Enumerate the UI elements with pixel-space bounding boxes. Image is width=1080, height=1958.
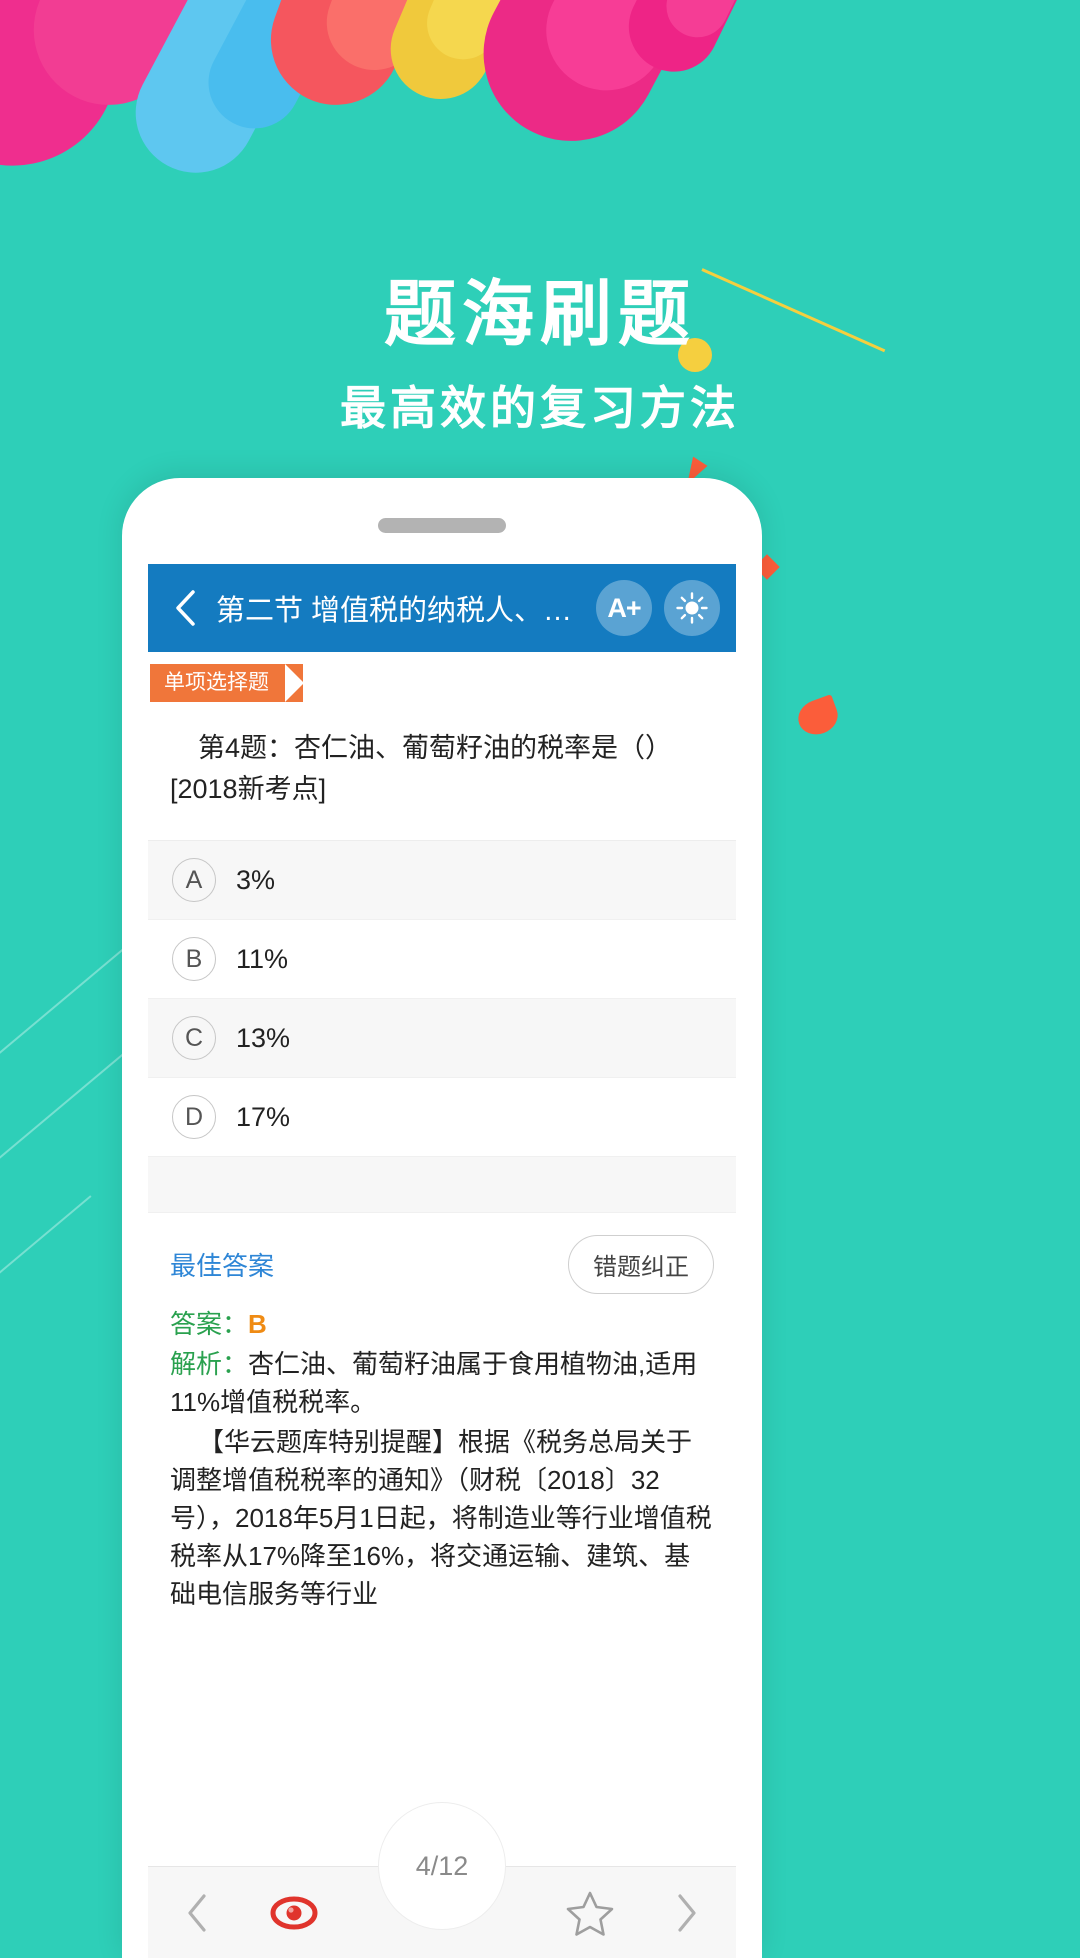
option-row-b[interactable]: B 11%: [148, 920, 736, 1000]
phone-speaker: [378, 518, 506, 533]
phone-mockup: 第二节 增值税的纳税人、… A+ 单项选择题 第4题：杏仁油、葡萄籽油的税率是（…: [122, 478, 762, 1958]
promo-headline: 题海刷题: [383, 272, 696, 356]
brightness-icon[interactable]: [664, 580, 720, 636]
option-letter: B: [172, 937, 216, 982]
promo-text-block: 题海刷题 最高效的复习方法: [0, 272, 1080, 438]
font-size-button[interactable]: A+: [596, 580, 652, 636]
option-letter: A: [172, 858, 216, 903]
analysis-text: 杏仁油、葡萄籽油属于食用植物油,适用11%增值税税率。: [170, 1349, 698, 1418]
report-error-button[interactable]: 错题纠正: [568, 1235, 714, 1295]
option-row-c[interactable]: C 13%: [148, 999, 736, 1079]
answer-line: 答案：B: [170, 1306, 714, 1344]
line-diagonal-2: [0, 1042, 137, 1192]
option-row-d[interactable]: D 17%: [148, 1078, 736, 1158]
best-answer-label: 最佳答案: [170, 1251, 275, 1282]
app-screen: 第二节 增值税的纳税人、… A+ 单项选择题 第4题：杏仁油、葡萄籽油的税率是（…: [148, 564, 736, 1958]
analysis-label: 解析：: [170, 1349, 249, 1380]
option-letter: D: [172, 1095, 216, 1140]
app-header: 第二节 增值税的纳税人、… A+: [148, 564, 736, 652]
target-icon[interactable]: [270, 1889, 318, 1937]
accent-orange-blob: [793, 694, 843, 740]
next-question-button[interactable]: [674, 1892, 700, 1934]
page-title: 第二节 增值税的纳税人、…: [216, 595, 573, 627]
option-label: 17%: [236, 1101, 291, 1132]
star-icon[interactable]: [565, 1889, 615, 1937]
question-type-wrap: 单项选择题: [148, 652, 736, 703]
option-label: 11%: [236, 943, 289, 974]
option-list-filler: [148, 1157, 736, 1214]
chevron-left-icon[interactable]: [164, 587, 206, 629]
answer-body: 答案：B 解析：杏仁油、葡萄籽油属于食用植物油,适用11%增值税税率。 【华云题…: [148, 1302, 736, 1624]
analysis-note: 【华云题库特别提醒】根据《税务总局关于调整增值税税率的通知》（财税〔2018〕3…: [170, 1427, 712, 1609]
option-letter: C: [172, 1016, 216, 1061]
answer-header-row: 最佳答案 错题纠正: [148, 1213, 736, 1302]
question-text: 第4题：杏仁油、葡萄籽油的税率是（）[2018新考点]: [170, 733, 673, 805]
analysis-line: 解析：杏仁油、葡萄籽油属于食用植物油,适用11%增值税税率。: [170, 1346, 714, 1422]
question-counter[interactable]: 4/12: [378, 1802, 506, 1930]
line-diagonal-3: [0, 1195, 92, 1332]
answer-label: 答案：: [170, 1309, 249, 1340]
promo-subheadline: 最高效的复习方法: [340, 380, 740, 435]
option-label: 3%: [236, 864, 276, 895]
option-list: A 3% B 11% C 13% D 17%: [148, 840, 736, 1214]
prev-question-button[interactable]: [184, 1892, 210, 1934]
option-label: 13%: [236, 1022, 291, 1053]
question-type-badge: 单项选择题: [150, 664, 303, 703]
option-row-a[interactable]: A 3%: [148, 841, 736, 921]
answer-value: B: [248, 1309, 267, 1340]
